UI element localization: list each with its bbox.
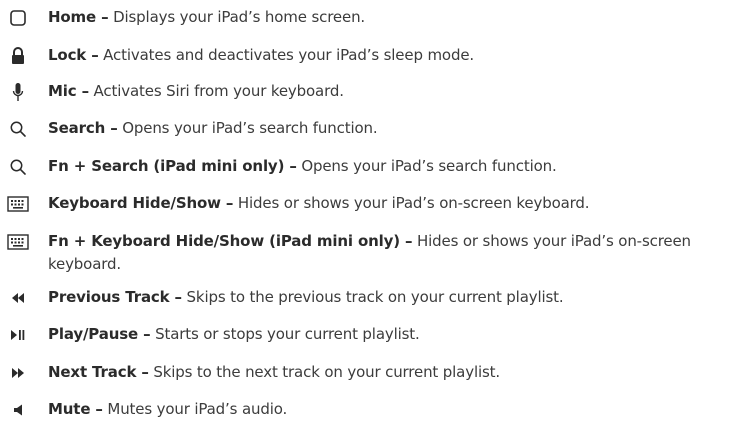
home-square-icon [6, 7, 30, 29]
list-item-home: Home – Displays your iPad’s home screen. [0, 6, 738, 30]
list-item-text: Lock – Activates and deactivates your iP… [48, 44, 736, 67]
list-item-fn-search: Fn + Search (iPad mini only) – Opens you… [0, 155, 738, 179]
item-description: Skips to the previous track on your curr… [181, 288, 564, 306]
microphone-icon [6, 81, 30, 103]
list-item-text: Next Track – Skips to the next track on … [48, 361, 736, 384]
keyboard-icon [6, 231, 30, 253]
list-item-text: Fn + Keyboard Hide/Show (iPad mini only)… [48, 230, 730, 276]
list-item-text: Keyboard Hide/Show – Hides or shows your… [48, 192, 736, 215]
list-item-keyboard-hide-show: Keyboard Hide/Show – Hides or shows your… [0, 192, 738, 216]
item-term: Mute – [48, 400, 103, 418]
item-term: Fn + Search (iPad mini only) – [48, 157, 297, 175]
list-item-next-track: Next Track – Skips to the next track on … [0, 361, 738, 385]
search-icon [6, 156, 30, 178]
keyboard-icon [6, 193, 30, 215]
list-item-lock: Lock – Activates and deactivates your iP… [0, 44, 738, 68]
list-item-text: Play/Pause – Starts or stops your curren… [48, 323, 736, 346]
lock-icon [6, 45, 30, 67]
list-item-play-pause: Play/Pause – Starts or stops your curren… [0, 323, 738, 347]
item-description: Hides or shows your iPad’s on-screen key… [233, 194, 590, 212]
mute-icon [6, 399, 30, 421]
list-item-text: Home – Displays your iPad’s home screen. [48, 6, 736, 29]
search-icon [6, 118, 30, 140]
item-term: Previous Track – [48, 288, 182, 306]
item-term: Mic – [48, 82, 89, 100]
list-item-mic: Mic – Activates Siri from your keyboard. [0, 80, 738, 104]
list-item-previous-track: Previous Track – Skips to the previous t… [0, 286, 738, 310]
next-track-icon [6, 362, 30, 384]
item-term: Keyboard Hide/Show – [48, 194, 234, 212]
list-item-text: Fn + Search (iPad mini only) – Opens you… [48, 155, 736, 178]
item-description: Opens your iPad’s search function. [296, 157, 557, 175]
item-term: Search – [48, 119, 118, 137]
list-item-fn-keyboard-hide-show: Fn + Keyboard Hide/Show (iPad mini only)… [0, 230, 738, 278]
list-item-search: Search – Opens your iPad’s search functi… [0, 117, 738, 141]
item-description: Activates Siri from your keyboard. [88, 82, 344, 100]
play-pause-icon [6, 324, 30, 346]
previous-track-icon [6, 287, 30, 309]
item-description: Skips to the next track on your current … [148, 363, 500, 381]
item-term: Home – [48, 8, 109, 26]
item-term: Next Track – [48, 363, 149, 381]
list-item-text: Mic – Activates Siri from your keyboard. [48, 80, 736, 103]
list-item-text: Search – Opens your iPad’s search functi… [48, 117, 736, 140]
list-item-text: Mute – Mutes your iPad’s audio. [48, 398, 736, 421]
item-term: Lock – [48, 46, 99, 64]
item-description: Mutes your iPad’s audio. [102, 400, 288, 418]
list-item-mute: Mute – Mutes your iPad’s audio. [0, 398, 738, 422]
item-description: Activates and deactivates your iPad’s sl… [98, 46, 475, 64]
item-term: Play/Pause – [48, 325, 151, 343]
item-description: Starts or stops your current playlist. [150, 325, 420, 343]
list-item-text: Previous Track – Skips to the previous t… [48, 286, 736, 309]
item-description: Opens your iPad’s search function. [117, 119, 378, 137]
item-description: Displays your iPad’s home screen. [108, 8, 366, 26]
item-term: Fn + Keyboard Hide/Show (iPad mini only)… [48, 232, 413, 250]
